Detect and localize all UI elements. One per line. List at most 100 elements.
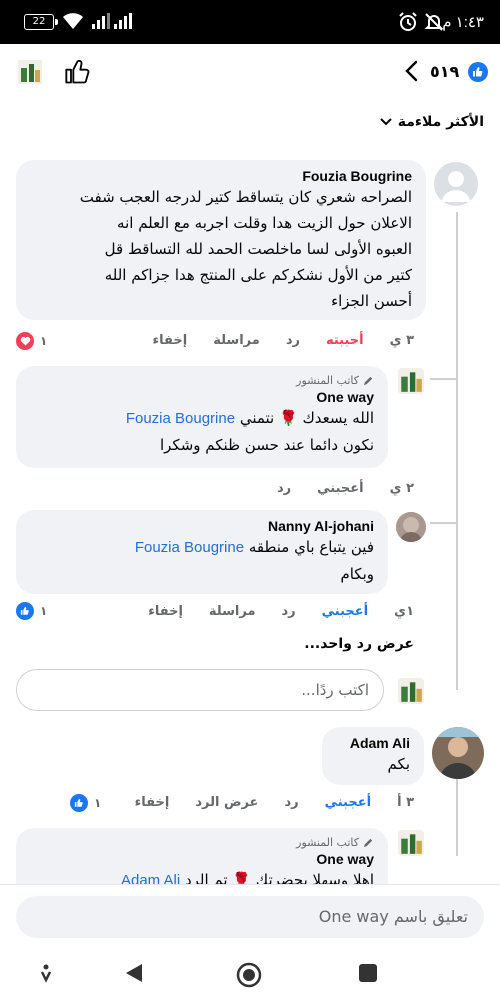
reply-bubble[interactable]: كاتب المنشور One way الله يسعدك 🌹 نتمني … <box>16 366 388 468</box>
comment-time: ٣ أ <box>397 795 414 810</box>
sort-label: الأكثر ملاءمة <box>397 114 484 130</box>
comment-author[interactable]: Adam Ali <box>336 735 410 751</box>
likes-count[interactable]: ٥١٩ <box>430 62 459 81</box>
comment-text: بكم <box>387 755 410 773</box>
page-avatar[interactable] <box>398 830 424 856</box>
like-reaction-icon <box>16 602 34 620</box>
like-button[interactable]: أعجبني <box>317 481 363 496</box>
reply-button[interactable]: رد <box>282 604 296 619</box>
thread-connector <box>430 522 458 524</box>
like-reaction-icon <box>468 62 488 82</box>
hide-button[interactable]: إخفاء <box>153 333 188 348</box>
reply-button[interactable]: رد <box>277 481 291 496</box>
reaction-summary[interactable]: ١ <box>16 332 47 350</box>
reaction-count: ١ <box>40 604 48 618</box>
pencil-icon <box>363 838 373 848</box>
hide-button[interactable]: إخفاء <box>148 604 183 619</box>
battery-icon: 22 <box>24 14 58 30</box>
comment-text: الله يسعدك 🌹 نتمني Fouzia Bougrine نكون … <box>30 405 374 458</box>
comment-time: ٢ ي <box>389 481 414 496</box>
message-button[interactable]: مراسلة <box>213 333 260 348</box>
divider <box>0 884 500 885</box>
page-thumbnail[interactable] <box>18 60 42 84</box>
view-reply-button[interactable]: عرض الرد <box>195 795 258 810</box>
comment-line: الاعلان حول الزيت هدا وقلت اجربه مع العل… <box>117 214 412 232</box>
like-button[interactable]: أعجبني <box>322 604 368 619</box>
status-bar: 22 ١:٤٣ م <box>0 0 500 44</box>
reply-bubble[interactable]: Nanny Al-johani فين يتباع باي منطقه Fouz… <box>16 510 388 594</box>
like-button[interactable]: أعجبني <box>325 795 371 810</box>
accessibility-icon[interactable] <box>36 962 56 984</box>
chevron-left-icon[interactable] <box>404 60 418 88</box>
mute-icon <box>424 13 444 31</box>
signal-icon <box>114 13 132 29</box>
comment-text: اهلا وسهلا بحضرتك 🌹 تم الرد Adam Ali <box>30 867 374 884</box>
message-button[interactable]: مراسلة <box>209 604 256 619</box>
like-reaction-icon <box>70 794 88 812</box>
reply-button[interactable]: رد <box>284 795 298 810</box>
avatar[interactable] <box>396 512 426 542</box>
thread-connector <box>430 378 458 380</box>
view-more-replies[interactable]: عرض رد واحد... <box>304 636 414 652</box>
pencil-icon <box>363 376 373 386</box>
reply-input[interactable]: اكتب ردًا... <box>16 669 384 711</box>
back-icon[interactable] <box>124 962 144 984</box>
reaction-summary[interactable]: ١ <box>70 794 101 812</box>
comment-text: فين يتباع باي منطقه Fouzia Bougrine وبكا… <box>30 534 374 587</box>
mention-link[interactable]: Fouzia Bougrine <box>135 539 244 556</box>
chevron-down-icon <box>380 118 392 126</box>
reply-button[interactable]: رد <box>286 333 300 348</box>
comment-actions: ٣ أ أعجبني رد عرض الرد إخفاء <box>135 795 414 810</box>
comment-actions: ١ي أعجبني رد مراسلة إخفاء <box>148 604 414 619</box>
recents-icon[interactable] <box>358 962 378 984</box>
comment-line: أحسن الجزاء <box>331 292 412 310</box>
author-tag: كاتب المنشور <box>30 836 374 849</box>
reaction-summary[interactable]: ١ <box>16 602 47 620</box>
reply-line: نكون دائما عند حسن ظنكم وشكرا <box>159 436 374 454</box>
clock: ١:٤٣ م <box>442 14 484 31</box>
comment-text: الصراحه شعري كان يتساقط كتير لدرجه العجب… <box>30 184 412 314</box>
love-reaction-icon <box>16 332 34 350</box>
comment-author[interactable]: One way <box>30 389 374 405</box>
comment-time: ٣ ي <box>389 333 414 348</box>
comment-composer[interactable]: تعليق باسم One way <box>16 896 484 938</box>
comment-actions: ٢ ي أعجبني رد <box>277 481 414 496</box>
battery-level: 22 <box>32 16 46 27</box>
reaction-count: ١ <box>94 796 102 810</box>
reply-bubble[interactable]: كاتب المنشور One way اهلا وسهلا بحضرتك 🌹… <box>16 828 388 884</box>
comment-bubble[interactable]: Adam Ali بكم <box>322 727 424 785</box>
page-avatar[interactable] <box>398 368 424 394</box>
author-tag-label: كاتب المنشور <box>296 374 359 387</box>
author-tag: كاتب المنشور <box>30 374 374 387</box>
clipped-reply: كاتب المنشور One way اهلا وسهلا بحضرتك 🌹… <box>0 826 500 884</box>
mention-link[interactable]: Fouzia Bougrine <box>126 410 235 427</box>
system-nav-bar <box>0 950 500 1000</box>
thumbs-up-outline-icon[interactable] <box>64 58 92 86</box>
love-button[interactable]: أحببته <box>326 333 364 348</box>
comment-line: العبوه الأولى لسا ماخلصت الحمد لله التسا… <box>104 240 412 258</box>
reaction-count: ١ <box>40 334 48 348</box>
author-tag-label: كاتب المنشور <box>296 836 359 849</box>
comment-line: الصراحه شعري كان يتساقط كتير لدرجه العجب… <box>79 188 412 206</box>
avatar[interactable] <box>434 162 478 206</box>
comment-time: ١ي <box>394 604 414 619</box>
signal-icon <box>92 13 110 29</box>
page-avatar <box>398 678 424 704</box>
sort-dropdown[interactable]: الأكثر ملاءمة <box>380 114 484 130</box>
comment-line: كتير من الأول نشكركم على المنتج هدا جزاك… <box>104 266 412 284</box>
comment-author[interactable]: One way <box>30 851 374 867</box>
mention-link[interactable]: Adam Ali <box>121 872 180 884</box>
reply-line: فين يتباع باي منطقه <box>248 538 374 556</box>
avatar[interactable] <box>432 727 484 779</box>
comment-author[interactable]: Fouzia Bougrine <box>30 168 412 184</box>
comment-author[interactable]: Nanny Al-johani <box>30 518 374 534</box>
alarm-icon <box>399 12 417 31</box>
home-icon[interactable] <box>236 962 262 988</box>
reply-line: الله يسعدك 🌹 نتمني <box>239 409 374 427</box>
comment-bubble[interactable]: Fouzia Bougrine الصراحه شعري كان يتساقط … <box>16 160 426 320</box>
thread-line <box>456 212 458 690</box>
reply-line: اهلا وسهلا بحضرتك 🌹 تم الرد <box>184 871 374 884</box>
hide-button[interactable]: إخفاء <box>135 795 170 810</box>
wifi-icon <box>63 13 83 29</box>
reply-line: وبكام <box>340 565 374 583</box>
